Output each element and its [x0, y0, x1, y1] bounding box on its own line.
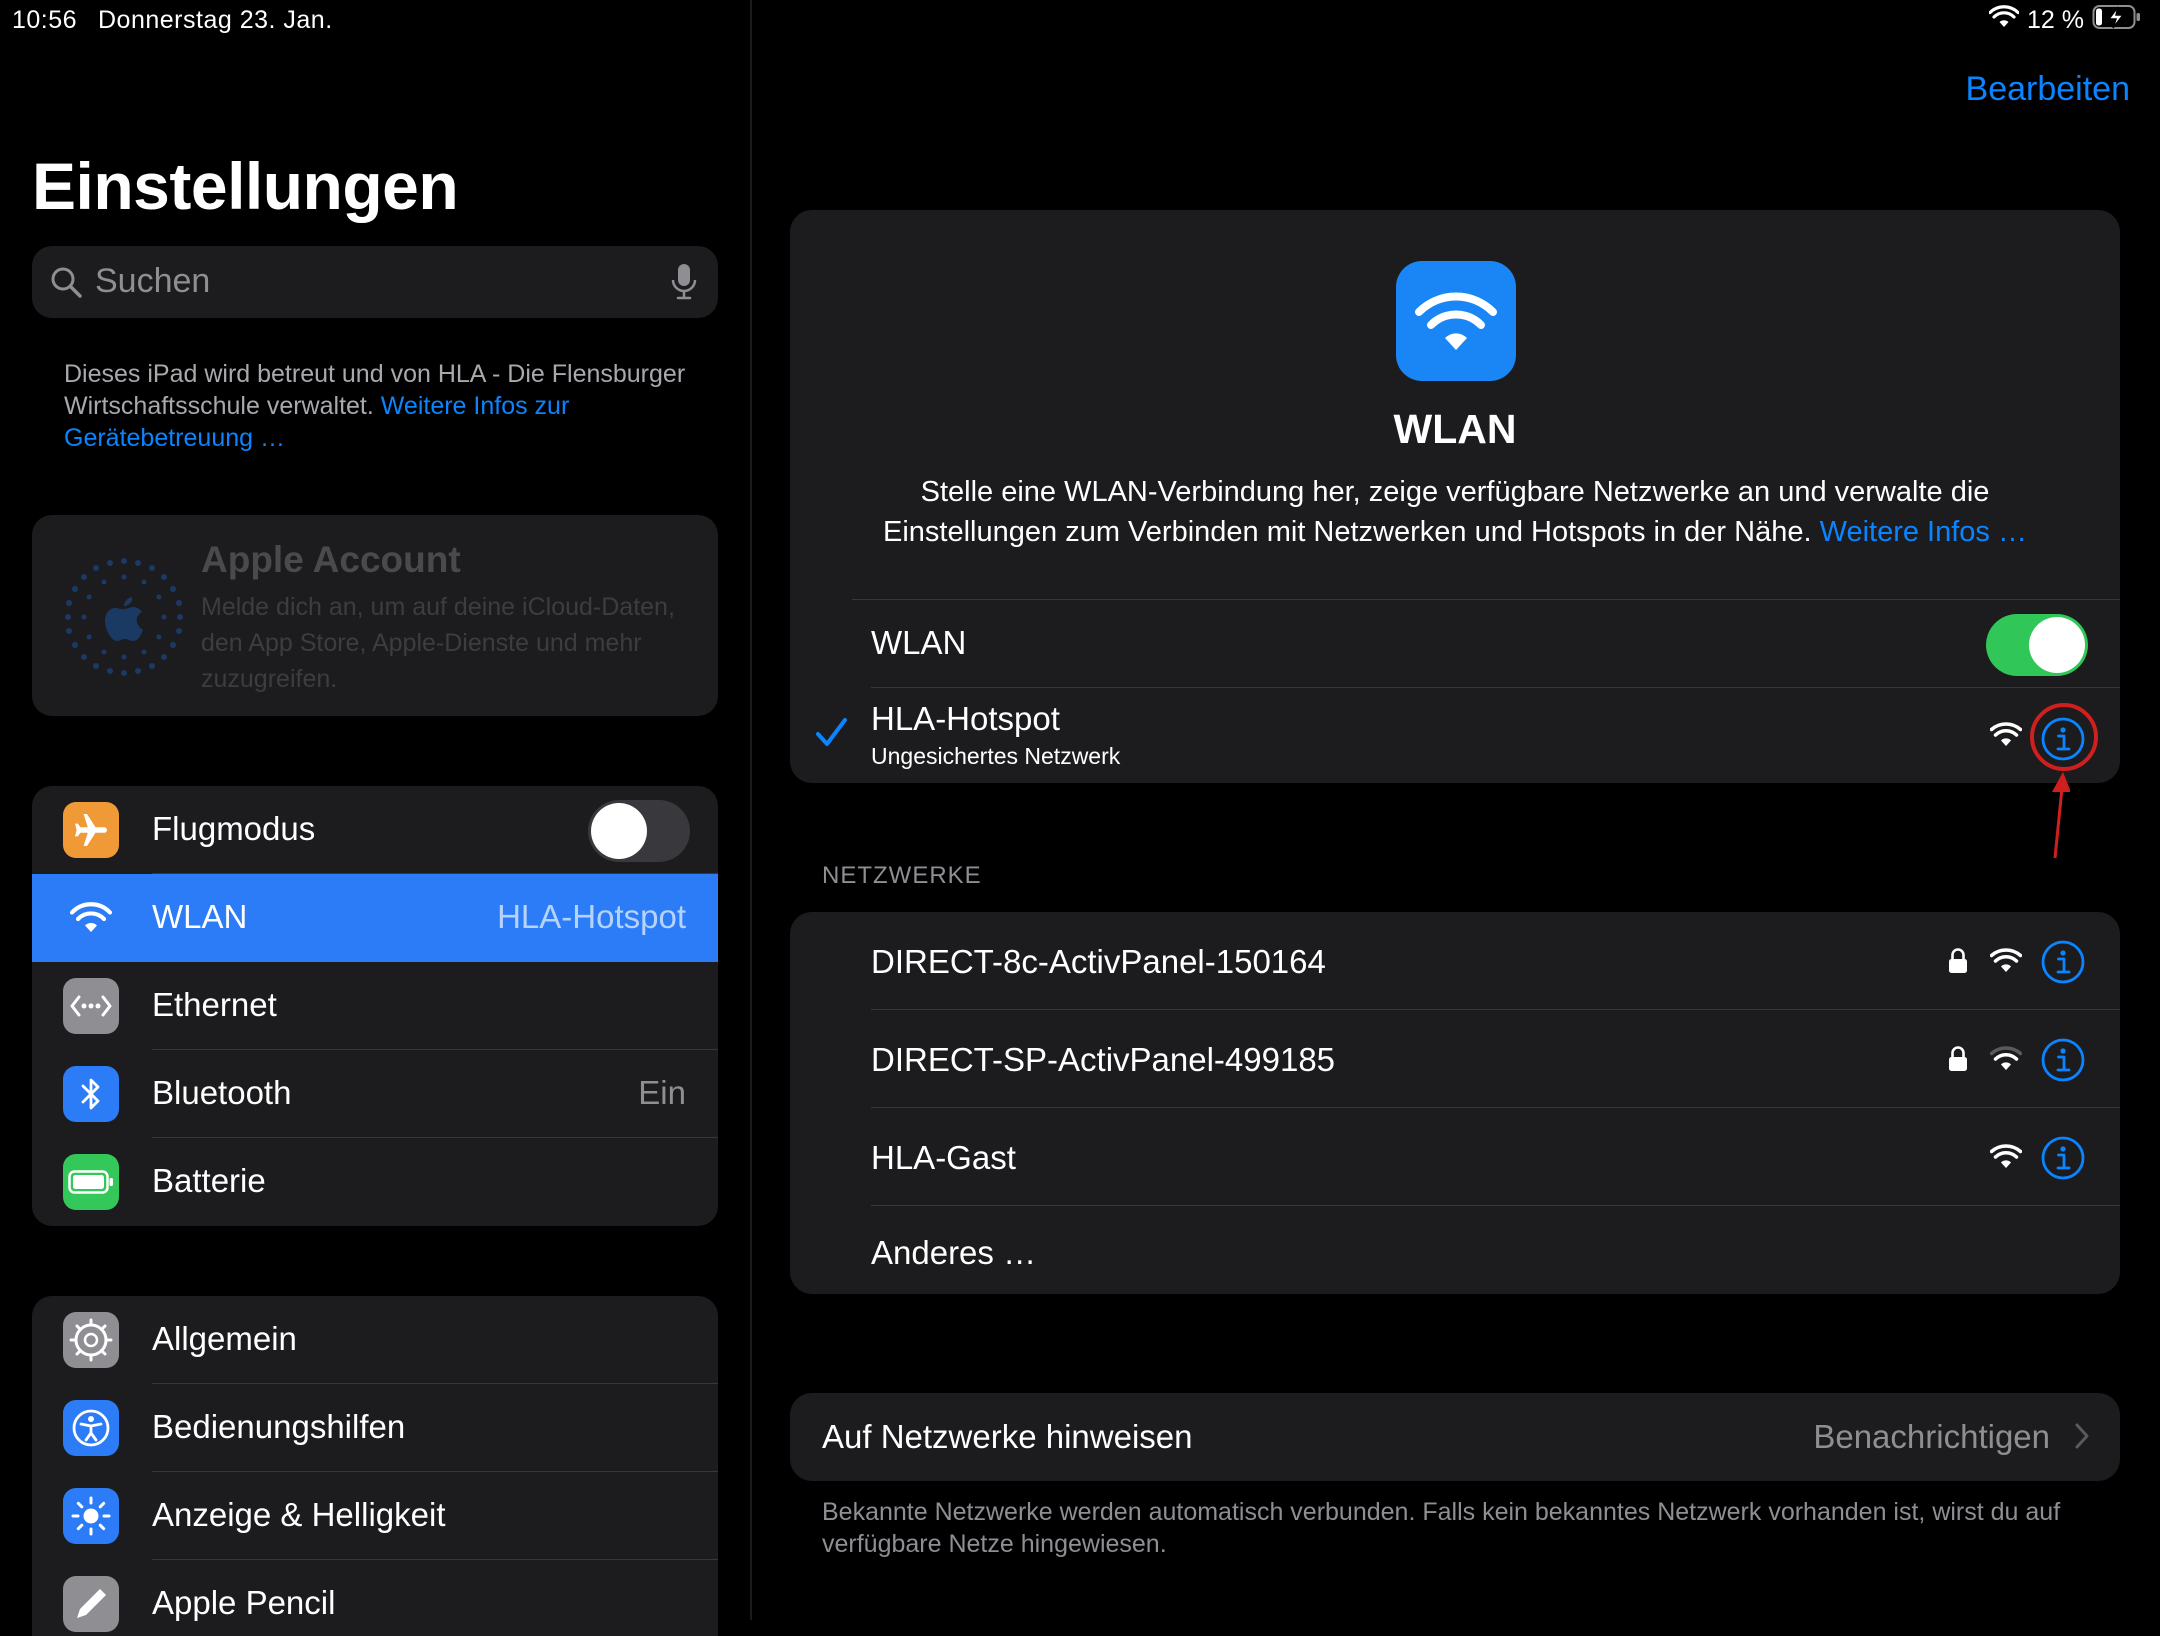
sidebar-item-label: WLAN — [152, 898, 248, 935]
managed-note-text: Dieses iPad wird betreut und von HLA - D… — [64, 360, 686, 420]
sidebar-item-label: Bluetooth — [152, 1074, 292, 1111]
sidebar-item-ethernet[interactable]: Ethernet — [32, 962, 718, 1050]
settings-group-general: Allgemein Bedienungshilfen Anzeige & Hel… — [32, 1296, 718, 1636]
accessibility-icon — [63, 1400, 119, 1456]
settings-group-connectivity: Flugmodus WLAN HLA-Hotspot Ethernet Blue… — [32, 786, 718, 1226]
chevron-right-icon — [2074, 1422, 2090, 1455]
pencil-icon — [63, 1576, 119, 1632]
gear-icon — [63, 1312, 119, 1368]
status-indicators: 12 % — [1988, 4, 2142, 37]
ask-to-join-row[interactable]: Auf Netzwerke hinweisen Benachrichtigen — [790, 1393, 2120, 1481]
battery-charging-icon — [2092, 4, 2142, 37]
battery-icon — [63, 1154, 119, 1210]
search-icon — [48, 264, 84, 305]
edit-button[interactable]: Bearbeiten — [1966, 70, 2130, 109]
wifi-signal-icon — [1989, 948, 2023, 979]
ethernet-icon — [63, 978, 119, 1034]
network-name: DIRECT-SP-ActivPanel-499185 — [871, 1041, 1336, 1078]
sidebar-title: Einstellungen — [32, 149, 459, 223]
status-time: 10:56 — [12, 6, 78, 34]
sidebar-item-label: Flugmodus — [152, 810, 316, 847]
page-description: Stelle eine WLAN-Verbindung her, zeige v… — [830, 472, 2080, 552]
sidebar-item-wlan[interactable]: WLAN HLA-Hotspot — [32, 874, 718, 962]
checkmark-icon — [814, 716, 848, 755]
wlan-toggle-label: WLAN — [871, 624, 967, 661]
networks-section-header: NETZWERKE — [822, 862, 982, 889]
network-name: DIRECT-8c-ActivPanel-150164 — [871, 943, 1326, 980]
managed-device-note: Dieses iPad wird betreut und von HLA - D… — [64, 358, 704, 454]
pane-divider — [750, 0, 752, 1620]
sidebar-item-label: Bedienungshilfen — [152, 1408, 406, 1445]
wifi-app-icon — [1396, 261, 1516, 381]
connected-network-subtitle: Ungesichertes Netzwerk — [871, 743, 1121, 769]
bluetooth-icon — [63, 1066, 119, 1122]
annotation-arrow-icon — [2040, 770, 2071, 865]
sidebar-item-bluetooth[interactable]: Bluetooth Ein — [32, 1050, 718, 1138]
search-bar[interactable]: Suchen — [32, 246, 718, 318]
network-info-button[interactable] — [2040, 1037, 2086, 1088]
brightness-icon — [63, 1488, 119, 1544]
more-info-link[interactable]: Weitere Infos … — [1820, 516, 2027, 548]
sidebar-item-allgemein[interactable]: Allgemein — [32, 1296, 718, 1384]
network-row[interactable]: DIRECT-8c-ActivPanel-150164 — [790, 912, 2120, 1010]
wifi-signal-icon — [1989, 1046, 2023, 1077]
wifi-icon — [63, 890, 119, 946]
airplane-icon — [63, 802, 119, 858]
sidebar-item-label: Ethernet — [152, 986, 277, 1023]
ask-to-join-label: Auf Netzwerke hinweisen — [822, 1418, 1193, 1455]
sidebar-item-anzeige[interactable]: Anzeige & Helligkeit — [32, 1472, 718, 1560]
networks-list: DIRECT-8c-ActivPanel-150164 DIRECT-SP-Ac… — [790, 912, 2120, 1294]
sidebar-item-label: Batterie — [152, 1162, 266, 1199]
other-network-row[interactable]: Anderes … — [790, 1206, 2120, 1294]
network-name: HLA-Gast — [871, 1139, 1016, 1176]
airplane-mode-toggle[interactable] — [588, 800, 690, 862]
network-info-button[interactable] — [2040, 939, 2086, 990]
lock-icon — [1948, 1045, 1968, 1078]
apple-logo-icon — [62, 555, 186, 679]
ask-to-join-value: Benachrichtigen — [1813, 1418, 2050, 1455]
account-subtitle: Melde dich an, um auf deine iCloud-Daten… — [201, 593, 675, 693]
ask-to-join-footer: Bekannte Netzwerke werden automatisch ve… — [822, 1498, 2061, 1558]
network-row[interactable]: DIRECT-SP-ActivPanel-499185 — [790, 1010, 2120, 1108]
lock-icon — [1948, 947, 1968, 980]
sidebar-item-value: HLA-Hotspot — [497, 898, 686, 935]
wifi-signal-icon — [1989, 722, 2023, 753]
network-info-button[interactable] — [2040, 1135, 2086, 1186]
apple-account-card[interactable]: Apple Account Melde dich an, um auf dein… — [32, 515, 718, 716]
sidebar-item-label: Apple Pencil — [152, 1584, 336, 1621]
sidebar-item-flugmodus[interactable]: Flugmodus — [32, 786, 718, 874]
wifi-signal-icon — [1989, 1144, 2023, 1175]
search-input[interactable]: Suchen — [95, 262, 210, 301]
sidebar-item-apple-pencil[interactable]: Apple Pencil — [32, 1560, 718, 1636]
annotation-highlight-circle — [2030, 703, 2098, 771]
sidebar-item-label: Allgemein — [152, 1320, 297, 1357]
status-date: Donnerstag 23. Jan. — [98, 6, 333, 34]
other-network-label: Anderes … — [871, 1234, 1037, 1271]
wlan-toggle[interactable] — [1986, 614, 2088, 676]
sidebar-item-value: Ein — [638, 1074, 686, 1111]
network-row[interactable]: HLA-Gast — [790, 1108, 2120, 1206]
page-title: WLAN — [1393, 406, 1517, 452]
microphone-icon[interactable] — [670, 262, 698, 307]
sidebar-item-label: Anzeige & Helligkeit — [152, 1496, 446, 1533]
battery-percent: 12 % — [2027, 6, 2084, 34]
wifi-icon — [1988, 5, 2020, 36]
sidebar-item-bedienungshilfen[interactable]: Bedienungshilfen — [32, 1384, 718, 1472]
wlan-hero-card: WLAN Stelle eine WLAN-Verbindung her, ze… — [790, 210, 2120, 783]
sidebar-item-batterie[interactable]: Batterie — [32, 1138, 718, 1226]
connected-network-name[interactable]: HLA-Hotspot — [871, 700, 1060, 738]
account-title: Apple Account — [201, 539, 461, 580]
